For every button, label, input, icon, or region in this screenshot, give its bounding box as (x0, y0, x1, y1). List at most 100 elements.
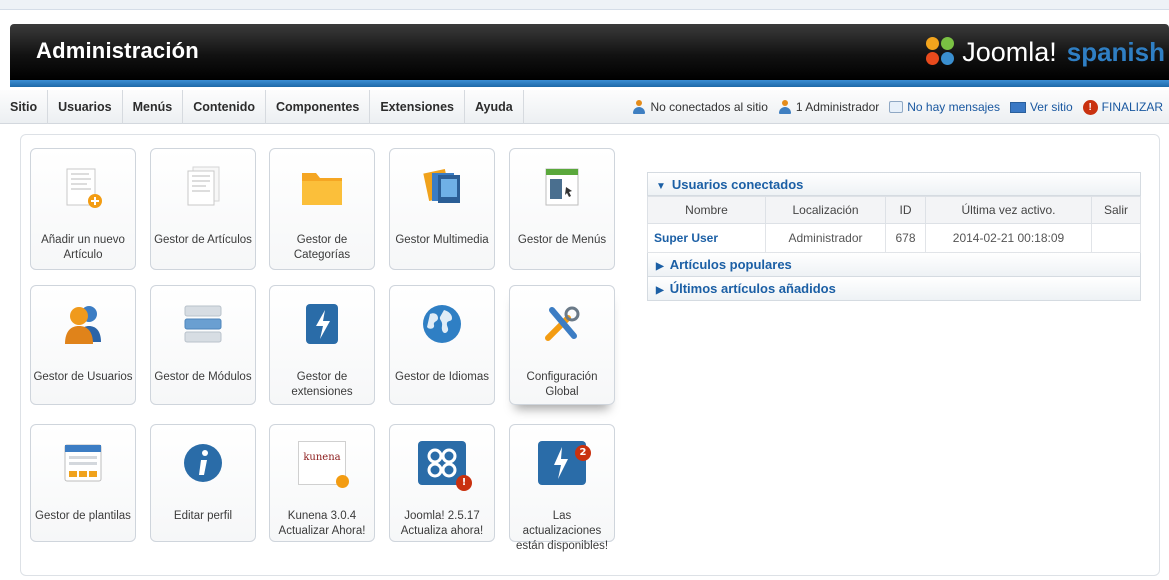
menu-usuarios[interactable]: Usuarios (48, 90, 123, 124)
menu-ayuda[interactable]: Ayuda (465, 90, 524, 124)
tile-label: Las actualizaciones están disponibles! (515, 510, 609, 552)
template-icon (64, 444, 102, 482)
col-location: Localización (765, 196, 886, 224)
user-location: Administrador (765, 223, 886, 253)
header-accent-bar (10, 80, 1169, 87)
visitors-text: No conectados al sitio (650, 100, 768, 114)
table-header-row: Nombre Localización ID Última vez activo… (647, 196, 1141, 224)
browser-top-strip (0, 0, 1169, 10)
tile-edit-profile[interactable]: Editar perfil (150, 424, 256, 542)
tile-extension-manager[interactable]: Gestor de extensiones (269, 285, 375, 405)
tile-article-manager[interactable]: Gestor de Artículos (150, 148, 256, 270)
logo-spanish: spanish (1066, 36, 1165, 67)
kunena-icon: kunena (298, 441, 349, 488)
messages-link[interactable]: No hay mensajes (889, 100, 1000, 114)
popular-articles-header[interactable]: ▶ Artículos populares (647, 253, 1141, 277)
joomla-alert-badge: ! (456, 475, 472, 491)
latest-articles-header[interactable]: ▶ Últimos artículos añadidos (647, 277, 1141, 301)
col-name: Nombre (647, 196, 766, 224)
tile-label: Gestor de Módulos (154, 371, 252, 383)
menu-menus[interactable]: Menús (123, 90, 184, 124)
tile-module-manager[interactable]: Gestor de Módulos (150, 285, 256, 405)
power-icon: ! (1082, 99, 1098, 115)
menu-sitio[interactable]: Sitio (10, 90, 49, 124)
menu-items: Sitio Usuarios Menús Contenido Component… (10, 90, 524, 124)
latest-articles-title: Últimos artículos añadidos (669, 281, 836, 296)
tile-label: Añadir un nuevo Artículo (41, 234, 125, 261)
menu-extensiones[interactable]: Extensiones (370, 90, 465, 124)
tile-label: Gestor de Menús (517, 234, 607, 246)
menu-manager-icon (545, 168, 579, 206)
user-icon (632, 100, 646, 114)
add-article-icon (66, 168, 102, 208)
screen-icon (1009, 101, 1026, 113)
admin-user-icon (778, 100, 792, 114)
col-last-active: Última vez activo. (925, 196, 1092, 224)
tile-category-manager[interactable]: Gestor de Categorías (269, 148, 375, 270)
globe-icon (423, 305, 461, 343)
menu-contenido[interactable]: Contenido (183, 90, 266, 124)
media-icon (423, 169, 460, 203)
messages-text: No hay mensajes (907, 100, 1000, 114)
table-row: Super User Administrador 678 2014-02-21 … (647, 223, 1141, 253)
user-logout-cell[interactable] (1091, 223, 1141, 253)
tile-updates-available[interactable]: 2 Las actualizaciones están disponibles! (509, 424, 615, 552)
tile-label: Gestor de Artículos (154, 234, 252, 246)
updates-icon: 2 (538, 441, 591, 485)
connected-users-table: Nombre Localización ID Última vez activo… (647, 196, 1141, 253)
tile-label: Gestor de Usuarios (33, 371, 133, 383)
tile-label: Kunena 3.0.4 Actualizar Ahora! (278, 510, 366, 537)
caret-right-icon: ▶ (656, 261, 664, 272)
kunena-logo-text: kunena (303, 452, 341, 463)
message-icon (889, 101, 904, 113)
info-panel: ▼ Usuarios conectados Nombre Localización… (647, 172, 1141, 301)
tile-menu-manager[interactable]: Gestor de Menús (509, 148, 615, 270)
connected-users-title: Usuarios conectados (671, 177, 804, 192)
tile-template-manager[interactable]: Gestor de plantilas (30, 424, 136, 542)
user-last-active: 2014-02-21 00:18:09 (925, 223, 1092, 253)
folder-icon (302, 173, 342, 205)
caret-down-icon: ▼ (656, 181, 666, 192)
tile-language-manager[interactable]: Gestor de Idiomas (389, 285, 495, 405)
extensions-icon (306, 304, 338, 344)
tile-user-manager[interactable]: Gestor de Usuarios (30, 285, 136, 405)
tile-label: Gestor de extensiones (291, 371, 353, 398)
tile-global-configuration[interactable]: Configuración Global (509, 285, 615, 405)
status-bar: No conectados al sitio 1 Administrador N… (632, 90, 1163, 124)
joomla-logo: Joomla! spanish (926, 30, 1165, 74)
tools-icon (545, 306, 580, 341)
col-logout: Salir (1091, 196, 1141, 224)
tile-media-manager[interactable]: Gestor Multimedia (389, 148, 495, 270)
modules-icon (184, 305, 222, 343)
tile-label: Joomla! 2.5.17 Actualiza ahora! (400, 510, 484, 537)
kunena-download-icon (336, 475, 349, 488)
joomla-update-icon: ! (418, 441, 472, 491)
admins-status: 1 Administrador (778, 100, 879, 114)
logout-link[interactable]: ! FINALIZAR (1082, 99, 1163, 115)
caret-right-icon: ▶ (656, 285, 664, 296)
tile-label: Configuración Global (526, 371, 598, 398)
view-site-text: Ver sitio (1029, 100, 1073, 114)
updates-count-badge: 2 (575, 445, 591, 461)
tile-label: Gestor Multimedia (395, 234, 489, 246)
tile-label: Editar perfil (173, 510, 233, 522)
article-manager-icon (187, 166, 220, 206)
admin-header: Administración Joomla! spanish (10, 24, 1169, 80)
tile-label: Gestor de Idiomas (395, 371, 489, 383)
joomla-logo-icon (926, 37, 956, 67)
view-site-link[interactable]: Ver sitio (1009, 100, 1073, 114)
tile-label: Gestor de plantilas (35, 510, 131, 522)
page-title: Administración (36, 38, 199, 63)
users-icon (65, 306, 101, 344)
info-icon (184, 444, 222, 482)
tile-joomla-update[interactable]: ! Joomla! 2.5.17 Actualiza ahora! (389, 424, 495, 542)
visitors-status: No conectados al sitio (632, 100, 768, 114)
tile-kunena-update[interactable]: kunena Kunena 3.0.4 Actualizar Ahora! (269, 424, 375, 542)
connected-users-header[interactable]: ▼ Usuarios conectados (647, 172, 1141, 196)
logo-word: Joomla! (962, 36, 1057, 67)
col-id: ID (885, 196, 926, 224)
main-menubar: Sitio Usuarios Menús Contenido Component… (0, 90, 1169, 124)
menu-componentes[interactable]: Componentes (266, 90, 371, 124)
user-name-link[interactable]: Super User (647, 223, 766, 253)
tile-add-article[interactable]: Añadir un nuevo Artículo (30, 148, 136, 270)
